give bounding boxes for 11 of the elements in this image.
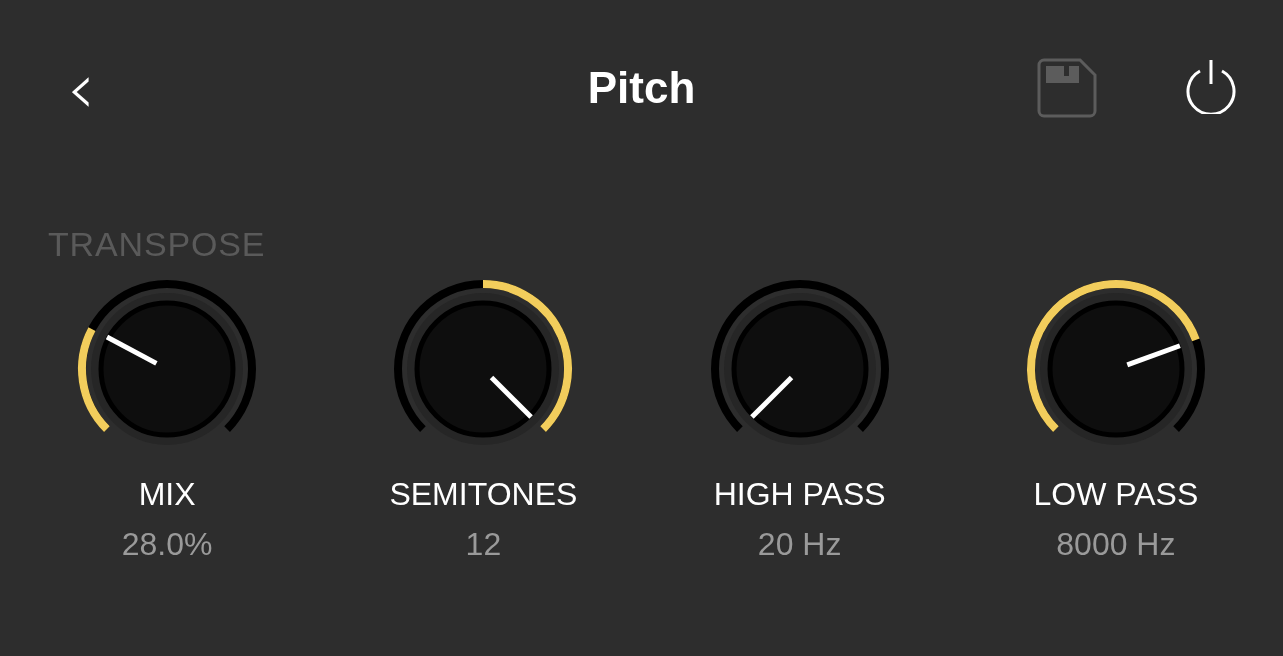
page-title: Pitch — [586, 62, 697, 114]
knob-value: 8000 Hz — [1056, 525, 1176, 564]
knob-label: HIGH PASS — [713, 475, 886, 514]
knob-label: SEMITONES — [389, 475, 578, 514]
knob-label: MIX — [138, 475, 196, 514]
back-button[interactable]: ‹ — [56, 50, 106, 126]
knob-label: LOW PASS — [1033, 475, 1199, 514]
knob-value: 28.0% — [121, 525, 213, 564]
power-icon[interactable] — [1186, 58, 1236, 114]
knob-value: 20 Hz — [757, 525, 842, 564]
knob-value: 12 — [465, 525, 502, 564]
